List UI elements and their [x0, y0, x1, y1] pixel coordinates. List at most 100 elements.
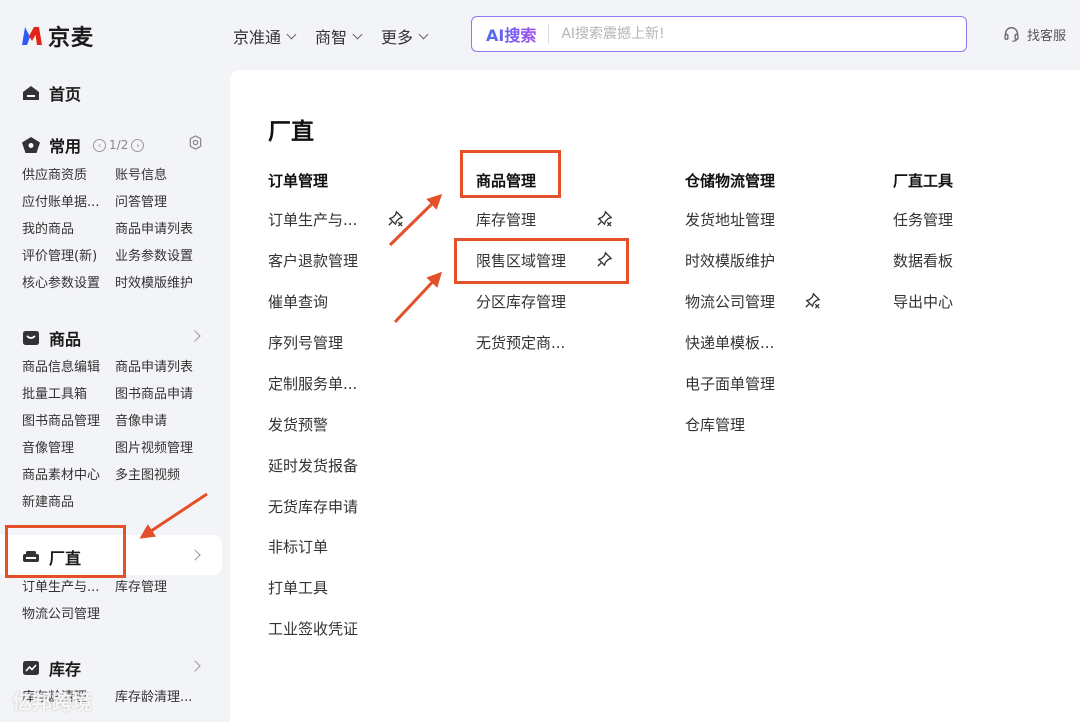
sidebar-link[interactable]: 应付账单据... [22, 194, 115, 212]
sidebar-link[interactable]: 业务参数设置 [115, 248, 215, 266]
chevron-down-icon [286, 29, 297, 39]
menu-item[interactable]: 时效模版维护 [685, 250, 775, 271]
menu-item[interactable]: 工业签收凭证 [268, 618, 358, 639]
common-pager: ‹ 1/2 › [93, 138, 145, 152]
inventory-chart-icon [23, 661, 39, 675]
factory-links: 订单生产与... 库存管理 物流公司管理 [22, 579, 215, 624]
nav-label: 更多 [381, 28, 414, 47]
sidebar-section-title: 库存 [49, 660, 82, 679]
pin-icon[interactable] [596, 251, 613, 268]
unpin-icon[interactable] [387, 210, 404, 227]
sidebar-link[interactable]: 库存龄清理 [22, 689, 115, 707]
sofa-icon [23, 551, 39, 562]
sidebar-section-title: 商品 [49, 330, 82, 349]
sidebar-link[interactable]: 我的商品 [22, 221, 115, 239]
column-header-product: 商品管理 [476, 172, 537, 190]
top-bar: 京麦 京准通 商智 更多 AI搜索 找客服 [0, 0, 1080, 70]
customer-service-button[interactable]: 找客服 [1003, 25, 1066, 44]
sidebar-link[interactable]: 图书商品申请 [115, 386, 215, 404]
search-input[interactable] [549, 26, 930, 42]
sidebar-item-home[interactable]: 首页 [22, 81, 81, 105]
sidebar-link[interactable]: 多主图视频 [115, 467, 215, 485]
menu-item[interactable]: 打单工具 [268, 577, 328, 598]
menu-item[interactable]: 无货预定商... [476, 332, 565, 353]
menu-item[interactable]: 库存管理 [476, 209, 536, 230]
sidebar-link[interactable]: 核心参数设置 [22, 275, 115, 293]
sidebar-link[interactable]: 时效模版维护 [115, 275, 215, 293]
prev-page-icon[interactable]: ‹ [93, 138, 107, 152]
sidebar-link[interactable]: 订单生产与... [22, 579, 115, 597]
menu-item[interactable]: 客户退款管理 [268, 250, 358, 271]
sidebar-link[interactable]: 账号信息 [115, 167, 215, 185]
menu-item[interactable]: 仓库管理 [685, 414, 745, 435]
page-title: 厂直 [268, 119, 314, 145]
sidebar-link[interactable]: 音像管理 [22, 440, 115, 458]
home-icon [23, 86, 39, 100]
top-nav: 京准通 商智 更多 [233, 24, 429, 48]
next-page-icon[interactable]: › [131, 138, 145, 152]
menu-item[interactable]: 电子面单管理 [685, 373, 775, 394]
sidebar-link[interactable]: 批量工具箱 [22, 386, 115, 404]
sidebar-link[interactable]: 图书商品管理 [22, 413, 115, 431]
menu-item[interactable]: 订单生产与... [268, 209, 357, 230]
service-label: 找客服 [1027, 29, 1067, 44]
menu-item[interactable]: 序列号管理 [268, 332, 343, 353]
sidebar-link[interactable]: 音像申请 [115, 413, 215, 431]
menu-item[interactable]: 催单查询 [268, 291, 328, 312]
menu-item[interactable]: 快递单模板... [685, 332, 774, 353]
main-panel: 厂直 订单管理 订单生产与... 客户退款管理 催单查询 序列号管理 定制服务单… [230, 70, 1080, 722]
jingmai-logo[interactable]: 京麦 [20, 20, 94, 52]
column-header-logistics: 仓储物流管理 [685, 172, 776, 190]
menu-item[interactable]: 导出中心 [893, 291, 953, 312]
sidebar-link[interactable]: 商品申请列表 [115, 359, 215, 377]
chevron-right-icon[interactable] [189, 660, 201, 672]
sidebar-link[interactable]: 物流公司管理 [22, 606, 115, 624]
sidebar-link[interactable]: 商品信息编辑 [22, 359, 115, 377]
menu-item[interactable]: 无货库存申请 [268, 496, 358, 517]
nav-shangzhi[interactable]: 商智 [315, 24, 363, 48]
sidebar-link[interactable]: 商品申请列表 [115, 221, 215, 239]
menu-item[interactable]: 发货预警 [268, 414, 328, 435]
sidebar-section-product[interactable]: 商品 [22, 326, 81, 350]
product-box-icon [23, 331, 39, 345]
sidebar-link[interactable]: 问答管理 [115, 194, 215, 212]
menu-item[interactable]: 限售区域管理 [476, 250, 566, 271]
nav-more[interactable]: 更多 [381, 24, 429, 48]
nav-label: 京准通 [233, 28, 282, 47]
menu-item[interactable]: 非标订单 [268, 536, 328, 557]
menu-item[interactable]: 物流公司管理 [685, 291, 775, 312]
sidebar-link[interactable]: 商品素材中心 [22, 467, 115, 485]
unpin-icon[interactable] [804, 292, 821, 309]
chevron-down-icon [418, 29, 429, 39]
menu-item[interactable]: 定制服务单... [268, 373, 357, 394]
ai-search-label[interactable]: AI搜索 [472, 22, 550, 46]
headset-icon [1004, 27, 1019, 42]
menu-item[interactable]: 分区库存管理 [476, 291, 566, 312]
sidebar-section-title: 常用 [49, 137, 82, 156]
menu-item[interactable]: 数据看板 [893, 250, 953, 271]
sidebar-section-common[interactable]: 常用 ‹ 1/2 › [22, 133, 145, 157]
menu-item[interactable]: 任务管理 [893, 209, 953, 230]
chevron-right-icon[interactable] [189, 330, 201, 342]
sidebar-link[interactable]: 供应商资质 [22, 167, 115, 185]
unpin-icon[interactable] [596, 210, 613, 227]
nav-label: 商智 [315, 28, 348, 47]
sidebar-item-label: 首页 [49, 85, 82, 104]
page-indicator: 1/2 [109, 138, 129, 152]
sidebar-link[interactable]: 图片视频管理 [115, 440, 215, 458]
pentagon-icon [22, 137, 40, 153]
sidebar-section-factory[interactable]: 厂直 [22, 545, 81, 569]
ai-search-label-text: AI搜索 [486, 22, 536, 46]
sidebar-link[interactable]: 评价管理(新) [22, 248, 115, 266]
logo-m-icon [22, 27, 42, 45]
sidebar-link[interactable]: 新建商品 [22, 494, 115, 512]
sidebar-link[interactable]: 库存管理 [115, 579, 215, 597]
sidebar-link[interactable]: 库存龄清理... [115, 689, 215, 707]
menu-item[interactable]: 发货地址管理 [685, 209, 775, 230]
gear-icon[interactable] [188, 135, 203, 150]
nav-jingzhuntong[interactable]: 京准通 [233, 24, 297, 48]
sidebar-section-inventory[interactable]: 库存 [22, 656, 81, 680]
ai-search-box[interactable]: AI搜索 [471, 16, 967, 52]
logo-text: 京麦 [48, 26, 95, 51]
menu-item[interactable]: 延时发货报备 [268, 455, 358, 476]
